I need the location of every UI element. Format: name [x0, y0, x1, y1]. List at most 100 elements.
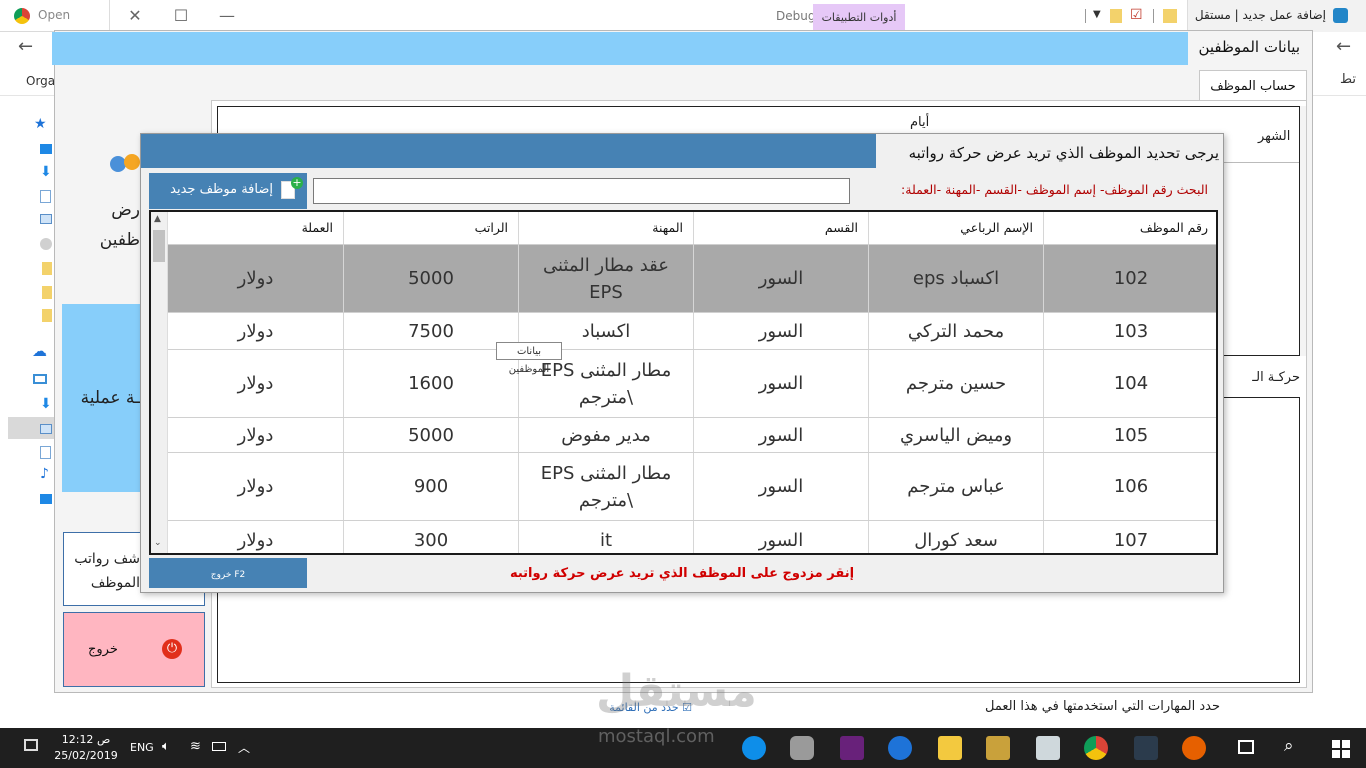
chevron-up-icon[interactable]: ︿	[238, 739, 250, 756]
browser-tab-active[interactable]: إضافة عمل جديد | مستقل	[1187, 0, 1366, 32]
column-header[interactable]: العملة	[168, 212, 343, 244]
notifications-icon[interactable]	[24, 739, 38, 751]
tab-label: حساب الموظف	[1210, 79, 1296, 94]
folder-icon[interactable]	[42, 309, 52, 322]
wifi-icon[interactable]: ≋	[190, 739, 201, 754]
task-view-icon[interactable]	[1238, 740, 1254, 754]
cell-salary: 1600	[343, 350, 518, 417]
cell-dept: السور	[693, 521, 868, 553]
cell-currency: دولار	[237, 476, 274, 497]
cell-salary: 300	[343, 521, 518, 553]
cell-dept: السور	[693, 245, 868, 312]
download-icon[interactable]: ⬇	[40, 396, 52, 412]
battery-icon[interactable]	[212, 742, 226, 751]
download-icon[interactable]: ⬇	[40, 164, 52, 180]
video-icon[interactable]	[40, 494, 52, 504]
column-header[interactable]: المهنة	[518, 212, 693, 244]
table-row[interactable]: 107 سعد كورال السور it 300 دولار	[168, 521, 1216, 553]
computer-icon[interactable]	[33, 374, 47, 384]
table-row[interactable]: 103 محمد التركي السور اكسباد 7500 دولار	[168, 313, 1216, 350]
table-row[interactable]: 102 اكسباد eps السور عقد مطار المثنى EPS 500…	[168, 245, 1216, 313]
tools-tab[interactable]: أدوات التطبيقات	[813, 4, 905, 30]
search-label: البحث رقم الموظف- إسم الموظف -القسم -الم…	[901, 182, 1208, 197]
clock[interactable]: 12:12 ص 25/02/2019	[54, 732, 118, 764]
folder-icon[interactable]	[1110, 9, 1122, 23]
network-app-icon[interactable]	[1134, 736, 1158, 760]
document-icon[interactable]	[40, 190, 51, 203]
edge-icon[interactable]	[888, 736, 912, 760]
bookmark-item[interactable]: تط	[1340, 72, 1356, 87]
button-label: ظفين	[99, 230, 140, 250]
grid-body: رقم الموظف الإسم الرباعي القسم المهنة الراتب…	[168, 212, 1216, 553]
database-icon[interactable]	[790, 736, 814, 760]
column-header[interactable]: رقم الموظف	[1043, 212, 1216, 244]
cell-salary: 5000	[343, 245, 518, 312]
exit-button[interactable]: ⏻ خروج	[63, 612, 205, 687]
disk-icon[interactable]	[40, 238, 52, 250]
search-input[interactable]	[313, 178, 850, 204]
cell-name: اكسباد eps	[868, 245, 1043, 312]
column-header-days: أيام	[910, 115, 930, 130]
scroll-thumb[interactable]	[153, 230, 165, 262]
column-header[interactable]: القسم	[693, 212, 868, 244]
cell-currency: دولار	[237, 320, 274, 342]
grid-scrollbar[interactable]: ▲ ⌄	[151, 212, 168, 553]
add-employee-button[interactable]: + إضافة موظف جديد	[149, 173, 307, 209]
tab-employee-account[interactable]: حساب الموظف	[1199, 70, 1307, 101]
visual-studio-icon[interactable]	[840, 736, 864, 760]
cell-name: وميض الياسري	[868, 418, 1043, 452]
column-header[interactable]: الإسم الرباعي	[868, 212, 1043, 244]
divider	[1153, 9, 1154, 23]
back-arrow-icon[interactable]: ←	[18, 36, 33, 57]
volume-icon[interactable]: 🔈︎	[162, 739, 170, 754]
picture-icon[interactable]	[40, 214, 52, 224]
folder-icon[interactable]	[42, 286, 52, 299]
view-employees-button[interactable]: رض ظفين	[64, 195, 140, 265]
tools-icon[interactable]	[986, 736, 1010, 760]
cell-currency: دولار	[237, 529, 274, 551]
music-icon[interactable]: ♪	[40, 466, 49, 482]
skills-label: حدد المهارات التي استخدمتها في هذا العمل	[985, 699, 1220, 714]
dialog-exit-button[interactable]: خروج F2	[149, 558, 307, 588]
scroll-up-icon[interactable]: ▲	[154, 214, 161, 224]
document-icon[interactable]	[40, 446, 51, 459]
windows-start-icon[interactable]	[1332, 740, 1350, 758]
browser-tab-open[interactable]: Open	[0, 0, 110, 32]
table-row[interactable]: 105 وميض الياسري السور مدير مفوض 5000 دولار	[168, 418, 1216, 453]
folder-icon[interactable]	[42, 262, 52, 275]
button-label: ـة عملية	[80, 388, 140, 408]
desktop-icon[interactable]	[40, 144, 52, 154]
dropdown-arrow-icon[interactable]: ▼	[1093, 9, 1101, 20]
minimize-icon[interactable]: —	[212, 0, 242, 32]
cell-dept: السور	[693, 418, 868, 452]
checklist-icon[interactable]: ☑	[1130, 7, 1143, 23]
column-header[interactable]: الراتب	[343, 212, 518, 244]
cloud-icon[interactable]: ☁	[32, 342, 47, 360]
cell-dept: السور	[693, 350, 868, 417]
dialog-title: يرجى تحديد الموظف الذي تريد عرض حركة روا…	[908, 144, 1219, 162]
app-window-icon[interactable]	[1036, 736, 1060, 760]
star-icon[interactable]: ★	[34, 116, 47, 132]
table-row[interactable]: 104 حسين مترجم السور مطار المثنى EPS \مترجم…	[168, 350, 1216, 418]
new-operation-button[interactable]: ـة عملية	[62, 304, 140, 492]
cell-currency: دولار	[237, 373, 274, 394]
scroll-down-icon[interactable]: ⌄	[154, 538, 162, 548]
teamviewer-icon[interactable]	[742, 736, 766, 760]
folder-icon[interactable]	[1163, 9, 1177, 23]
watermark-logo: مستقل	[596, 666, 757, 717]
maximize-icon[interactable]: ☐	[166, 0, 196, 32]
bookmark-item[interactable]: Orga	[26, 74, 55, 88]
chrome-icon	[14, 8, 30, 24]
button-label: الموظف	[90, 575, 140, 591]
chrome-icon[interactable]	[1084, 736, 1108, 760]
firefox-icon[interactable]	[1182, 736, 1206, 760]
mostaql-favicon-icon	[1333, 8, 1348, 23]
plus-icon: +	[291, 176, 303, 189]
close-icon[interactable]: ✕	[120, 0, 150, 32]
table-row[interactable]: 106 عباس مترجم السور مطار المثنى EPS \مترجم…	[168, 453, 1216, 521]
file-explorer-icon[interactable]	[938, 736, 962, 760]
language-indicator[interactable]: ENG	[130, 741, 154, 754]
back-arrow-icon[interactable]: ←	[1336, 36, 1351, 57]
search-icon[interactable]: ⌕	[1284, 736, 1294, 756]
dialog-header-strip	[141, 134, 876, 168]
